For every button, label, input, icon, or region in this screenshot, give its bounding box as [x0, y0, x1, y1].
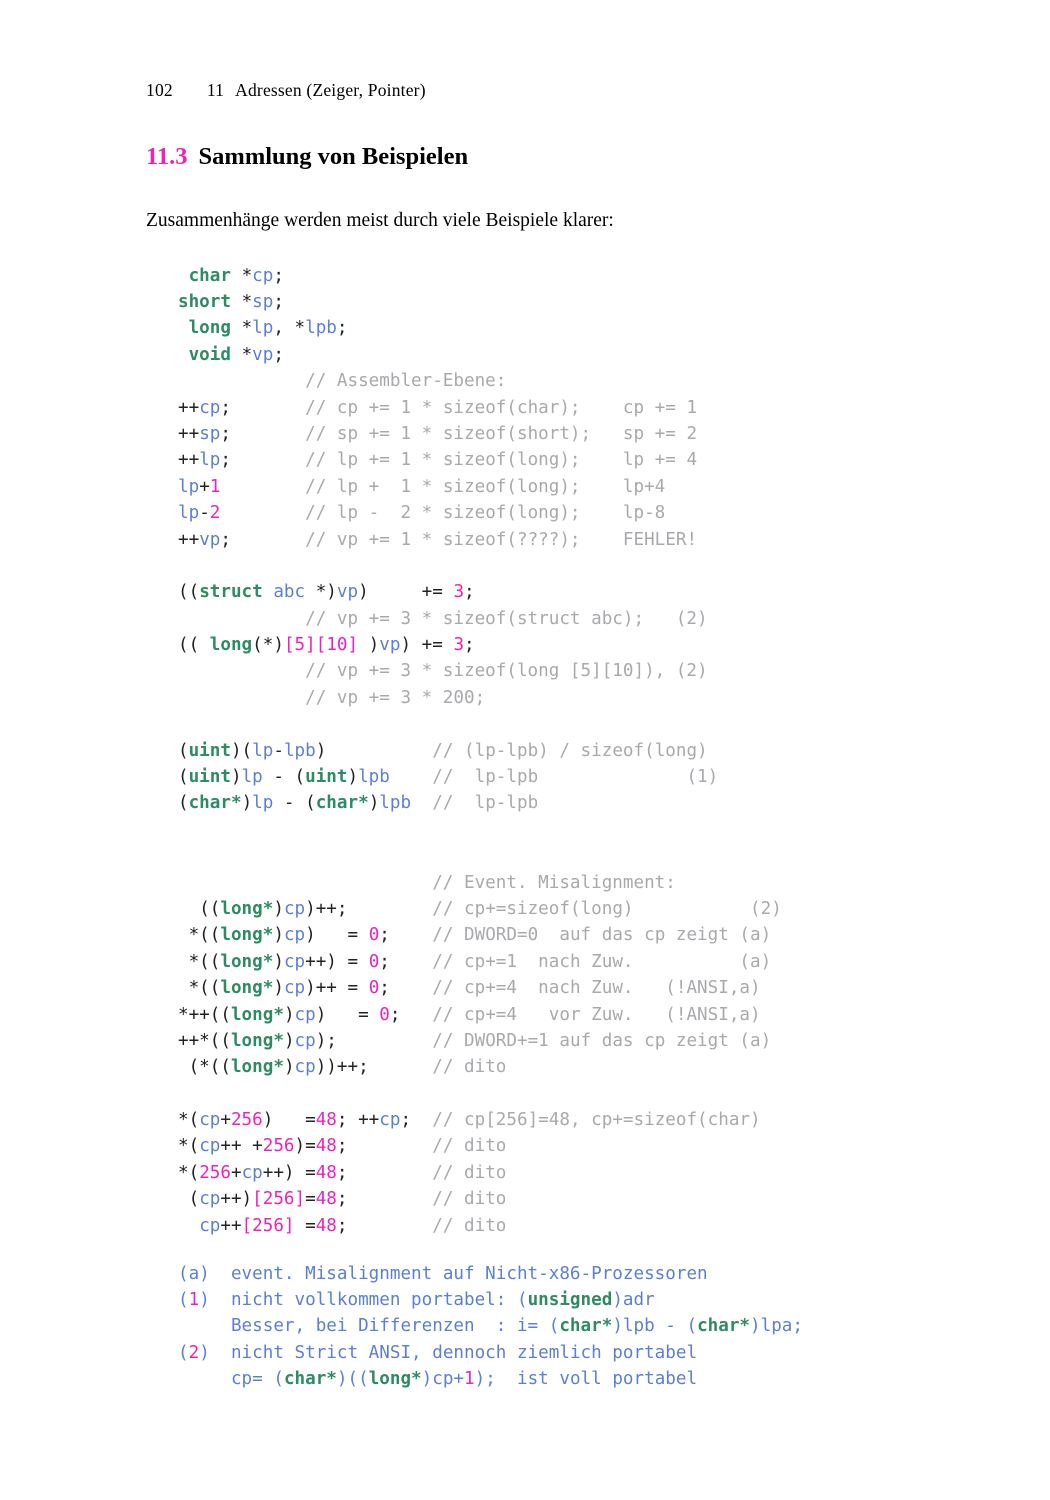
page-title: 11.3 Sammlung von Beispielen	[146, 143, 468, 171]
footnote-line: (2) nicht Strict ANSI, dennoch ziemlich …	[178, 1342, 698, 1363]
section-title: Sammlung von Beispielen	[198, 143, 469, 171]
code-line: *(cp++ +256)=48; // dito	[178, 1136, 507, 1157]
code-line: // vp += 3 * sizeof(struct abc); (2)	[305, 608, 708, 629]
footnote-block: (a) event. Misalignment auf Nicht-x86-Pr…	[178, 1261, 803, 1393]
code-line: // Assembler-Ebene:	[305, 371, 507, 392]
footnote-line: (a) event. Misalignment auf Nicht-x86-Pr…	[178, 1263, 708, 1284]
code-line: long *lp, *lpb;	[188, 318, 348, 339]
code-line: (cp++)[256]=48; // dito	[188, 1189, 507, 1210]
code-line: ++cp; // cp += 1 * sizeof(char); cp += 1	[178, 397, 698, 418]
code-line: (uint)(lp-lpb) // (lp-lpb) / sizeof(long…	[178, 740, 708, 761]
code-line: *++((long*)cp) = 0; // cp+=4 vor Zuw. (!…	[178, 1004, 761, 1025]
code-line: cp++[256] =48; // dito	[199, 1215, 507, 1236]
intro-paragraph: Zusammenhänge werden meist durch viele B…	[146, 209, 614, 231]
code-line: ((struct abc *)vp) += 3;	[178, 582, 475, 603]
code-line: void *vp;	[188, 344, 284, 365]
page-number: 102	[146, 80, 173, 100]
code-line: (char*)lp - (char*)lpb // lp-lpb	[178, 793, 539, 814]
code-listing: char *cp; short *sp; long *lp, *lpb; void…	[178, 263, 782, 1239]
code-line: *((long*)cp++) = 0; // cp+=1 nach Zuw. (…	[188, 951, 772, 972]
code-line: *((long*)cp)++ = 0; // cp+=4 nach Zuw. (…	[188, 978, 761, 999]
code-line: ++vp; // vp += 1 * sizeof(????); FEHLER!	[178, 529, 698, 550]
code-line: ++sp; // sp += 1 * sizeof(short); sp += …	[178, 423, 698, 444]
code-line: // vp += 3 * 200;	[305, 687, 486, 708]
code-line: *((long*)cp) = 0; // DWORD=0 auf das cp …	[188, 925, 772, 946]
code-line: (( long(*)[5][10] )vp) += 3;	[178, 635, 475, 656]
code-line: lp+1 // lp + 1 * sizeof(long); lp+4	[178, 476, 666, 497]
code-line: *(256+cp++) =48; // dito	[178, 1162, 507, 1183]
code-line: char *cp;	[188, 265, 284, 286]
footnote-line: Besser, bei Differenzen : i= (char*)lpb …	[230, 1316, 803, 1337]
footnote-line: (1) nicht vollkommen portabel: (unsigned…	[178, 1289, 655, 1310]
chapter-title: Adressen (Zeiger, Pointer)	[235, 80, 426, 100]
code-line: (*((long*)cp))++; // dito	[188, 1057, 507, 1078]
code-line: short *sp;	[178, 291, 284, 312]
code-line: ++*((long*)cp); // DWORD+=1 auf das cp z…	[178, 1030, 772, 1051]
code-line: (uint)lp - (uint)lpb // lp-lpb (1)	[178, 767, 719, 788]
code-line: // vp += 3 * sizeof(long [5][10]), (2)	[305, 661, 708, 682]
code-line: lp-2 // lp - 2 * sizeof(long); lp-8	[178, 503, 666, 524]
footnote-line: cp= (char*)((long*)cp+1); ist voll porta…	[230, 1369, 698, 1390]
code-line: ++lp; // lp += 1 * sizeof(long); lp += 4	[178, 450, 698, 471]
chapter-number: 11	[206, 80, 225, 100]
code-line: ((long*)cp)++; // cp+=sizeof(long) (2)	[199, 898, 782, 919]
code-line: // Event. Misalignment:	[432, 872, 676, 893]
document-page: 102 11 Adressen (Zeiger, Pointer) 11.3 Samm…	[0, 0, 1050, 1500]
section-number: 11.3	[146, 143, 188, 171]
code-line: *(cp+256) =48; ++cp; // cp[256]=48, cp+=…	[178, 1110, 761, 1131]
running-head: 102 11 Adressen (Zeiger, Pointer)	[146, 80, 426, 101]
